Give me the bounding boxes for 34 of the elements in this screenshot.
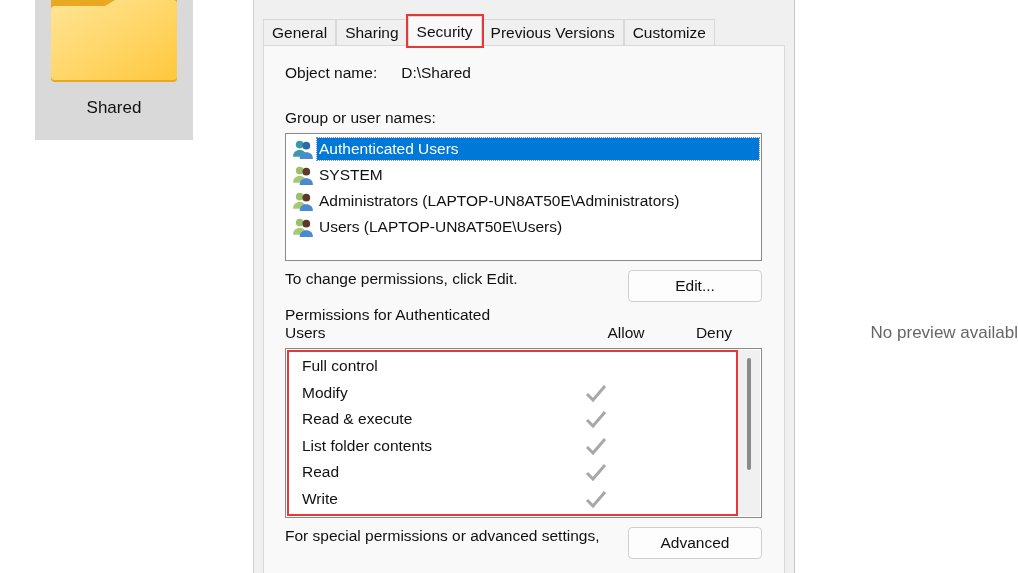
edit-button[interactable]: Edit... [628,270,762,302]
folder-icon [51,0,177,84]
user-group-icon [292,165,314,185]
group-list-item[interactable]: Administrators (LAPTOP-UN8AT50E\Administrators) [317,190,759,212]
group-list-label: Group or user names: [285,109,437,127]
allow-header: Allow [606,324,646,342]
group-list-item[interactable]: Authenticated Users [317,138,759,160]
tab[interactable]: General [263,19,337,45]
group-list-item[interactable]: SYSTEM [317,164,759,186]
permission-name: Read [302,463,341,482]
scrollbar[interactable] [738,350,760,516]
user-group-icon [292,217,314,237]
permission-name: Read & execute [302,410,414,429]
advanced-hint: For special permissions or advanced settings, [285,527,600,545]
group-list-item[interactable]: Users (LAPTOP-UN8AT50E\Users) [317,216,759,238]
preview-message: No preview availabl [870,323,1018,343]
permissions-label: Permissions for Authenticated Users [285,306,492,342]
tab[interactable]: Customize [623,19,715,45]
permission-name: Full control [302,357,379,376]
deny-header: Deny [694,324,734,342]
user-group-icon [292,191,314,211]
tab[interactable]: Sharing [336,19,408,45]
permission-name: Write [302,489,339,508]
advanced-button[interactable]: Advanced [628,527,762,559]
object-name-value: D:\Shared [401,64,471,82]
permission-name: List folder contents [302,436,434,455]
folder-tile[interactable]: Shared [35,0,193,140]
tab[interactable]: Security [407,16,482,46]
user-group-icon [292,139,314,159]
change-hint: To change permissions, click Edit. [285,270,518,288]
permission-name: Modify [302,383,349,402]
tab[interactable]: Previous Versions [481,19,624,45]
object-name-label: Object name: [285,64,378,82]
folder-name: Shared [86,98,142,118]
